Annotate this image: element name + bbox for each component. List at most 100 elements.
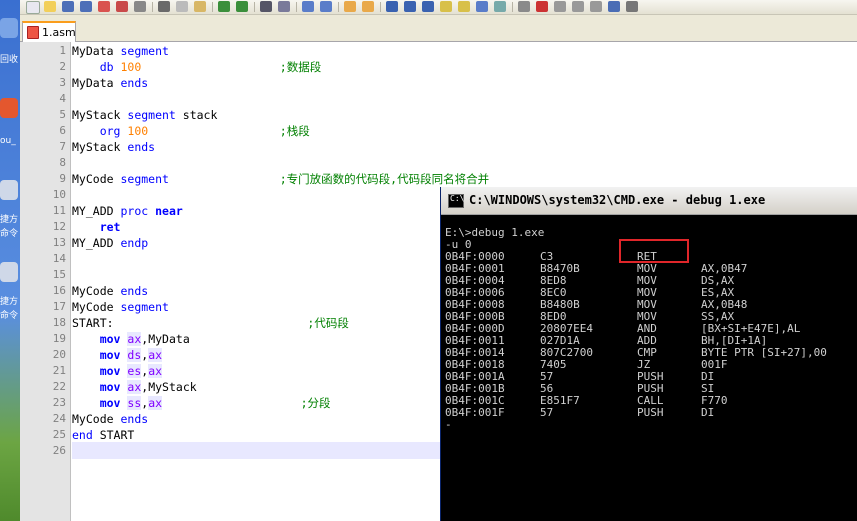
undo-icon[interactable] <box>218 1 230 12</box>
code-line[interactable]: MyData segment <box>72 43 169 59</box>
app-shortcut-icon[interactable] <box>0 98 18 118</box>
code-line[interactable]: org 100 ;栈段 <box>72 123 310 139</box>
line-number: 6 <box>59 124 66 137</box>
code-token: near <box>155 204 183 218</box>
sync-horizontal-icon[interactable] <box>362 1 374 12</box>
code-token: ss <box>127 396 142 410</box>
code-token: mov <box>99 380 121 394</box>
doc-map-icon[interactable] <box>458 1 470 12</box>
code-line[interactable]: mov ax,MyStack <box>72 379 197 395</box>
code-line[interactable]: MY_ADD proc near <box>72 203 183 219</box>
code-line[interactable]: mov ax,MyData <box>72 331 190 347</box>
code-line[interactable]: MyCode segment <box>72 299 169 315</box>
replace-icon[interactable] <box>278 1 290 12</box>
desktop-label-3: 捷方 <box>0 215 19 225</box>
line-number: 14 <box>52 252 66 265</box>
disasm-args: DI <box>701 406 715 419</box>
code-line[interactable]: MyStack ends <box>72 139 155 155</box>
redo-icon[interactable] <box>236 1 248 12</box>
line-number: 11 <box>52 204 66 217</box>
code-text: MyCode <box>72 284 121 298</box>
code-line[interactable]: MyStack segment stack <box>72 107 217 123</box>
record-macro-icon[interactable] <box>536 1 548 12</box>
indent-guide-icon[interactable] <box>422 1 434 12</box>
code-line[interactable]: mov ss,ax ;分段 <box>72 395 331 411</box>
code-line[interactable]: mov es,ax <box>72 363 163 379</box>
code-line[interactable]: MyData ends <box>72 75 148 91</box>
save-icon[interactable] <box>62 1 74 12</box>
file-modified-icon <box>27 26 39 39</box>
line-number: 23 <box>52 396 66 409</box>
code-line[interactable]: MY_ADD endp <box>72 235 148 251</box>
toolbar-divider <box>296 2 297 12</box>
code-line[interactable]: end START <box>72 427 134 443</box>
code-line[interactable]: MyCode ends <box>72 283 148 299</box>
code-comment: ;代码段 <box>307 316 349 330</box>
zoom-in-icon[interactable] <box>302 1 314 12</box>
toolbar-divider <box>212 2 213 12</box>
line-number: 13 <box>52 236 66 249</box>
line-number: 9 <box>59 172 66 185</box>
code-line[interactable]: ret <box>72 219 121 235</box>
desktop-label-6: 命令 <box>0 311 19 321</box>
line-number: 21 <box>52 364 66 377</box>
code-line[interactable]: MyCode ends <box>72 411 148 427</box>
word-wrap-icon[interactable] <box>386 1 398 12</box>
stop-macro-icon[interactable] <box>554 1 566 12</box>
cmd-titlebar[interactable]: C:\ C:\WINDOWS\system32\CMD.exe - debug … <box>441 187 857 215</box>
monitoring-icon[interactable] <box>518 1 530 12</box>
code-token: endp <box>120 236 149 250</box>
open-folder-icon[interactable] <box>44 1 56 12</box>
find-icon[interactable] <box>260 1 272 12</box>
tab-1-asm[interactable]: 1.asm <box>22 21 76 42</box>
code-text: MY_ADD <box>72 236 121 250</box>
code-line[interactable]: MyCode segment ;专门放函数的代码段,代码段同名将合并 <box>72 171 489 187</box>
save-all-icon[interactable] <box>80 1 92 12</box>
line-number: 25 <box>52 428 66 441</box>
code-token: 100 <box>127 124 149 138</box>
zoom-out-icon[interactable] <box>320 1 332 12</box>
sync-scroll-icon[interactable] <box>344 1 356 12</box>
code-text: MyStack <box>72 108 128 122</box>
code-token: segment <box>120 172 169 186</box>
shortcut-icon[interactable] <box>0 180 18 200</box>
new-file-icon[interactable] <box>26 1 40 14</box>
disasm-addr: 0B4F:001F <box>445 406 505 419</box>
line-number: 7 <box>59 140 66 153</box>
cut-icon[interactable] <box>158 1 170 12</box>
desktop-label-2: ou_ <box>0 136 16 146</box>
paste-icon[interactable] <box>194 1 206 12</box>
code-text: START: <box>72 316 114 330</box>
code-line[interactable]: mov ds,ax <box>72 347 163 363</box>
line-number-gutter: 1 2 3 4 5 6 7 8 9 10 11 12 13 14 15 16 17 18 19 20 21 22 23 24 2… <box>20 42 71 521</box>
recycle-bin-icon[interactable] <box>0 18 18 38</box>
cmd-window[interactable]: C:\ C:\WINDOWS\system32\CMD.exe - debug … <box>440 187 857 521</box>
close-file-icon[interactable] <box>98 1 110 12</box>
run-icon[interactable] <box>626 1 638 12</box>
line-number: 5 <box>59 108 66 121</box>
code-line[interactable]: db 100 ;数据段 <box>72 59 322 75</box>
save-macro-icon[interactable] <box>608 1 620 12</box>
function-list-icon[interactable] <box>476 1 488 12</box>
line-number: 3 <box>59 76 66 89</box>
folder-workspace-icon[interactable] <box>494 1 506 12</box>
show-all-chars-icon[interactable] <box>404 1 416 12</box>
play-macro-icon[interactable] <box>572 1 584 12</box>
toolbar-divider <box>254 2 255 12</box>
toolbar-divider <box>338 2 339 12</box>
code-token: 100 <box>120 60 142 74</box>
copy-icon[interactable] <box>176 1 188 12</box>
shortcut-icon[interactable] <box>0 262 18 282</box>
language-icon[interactable] <box>440 1 452 12</box>
print-icon[interactable] <box>134 1 146 12</box>
desktop-strip: 回收 ou_ 捷方 命令 捷方 命令 <box>0 0 20 521</box>
close-all-icon[interactable] <box>116 1 128 12</box>
play-multiple-icon[interactable] <box>590 1 602 12</box>
code-text: MyStack <box>72 140 128 154</box>
code-line[interactable]: START: ;代码段 <box>72 315 349 331</box>
ret-highlight-box <box>619 239 689 263</box>
line-number: 15 <box>52 268 66 281</box>
